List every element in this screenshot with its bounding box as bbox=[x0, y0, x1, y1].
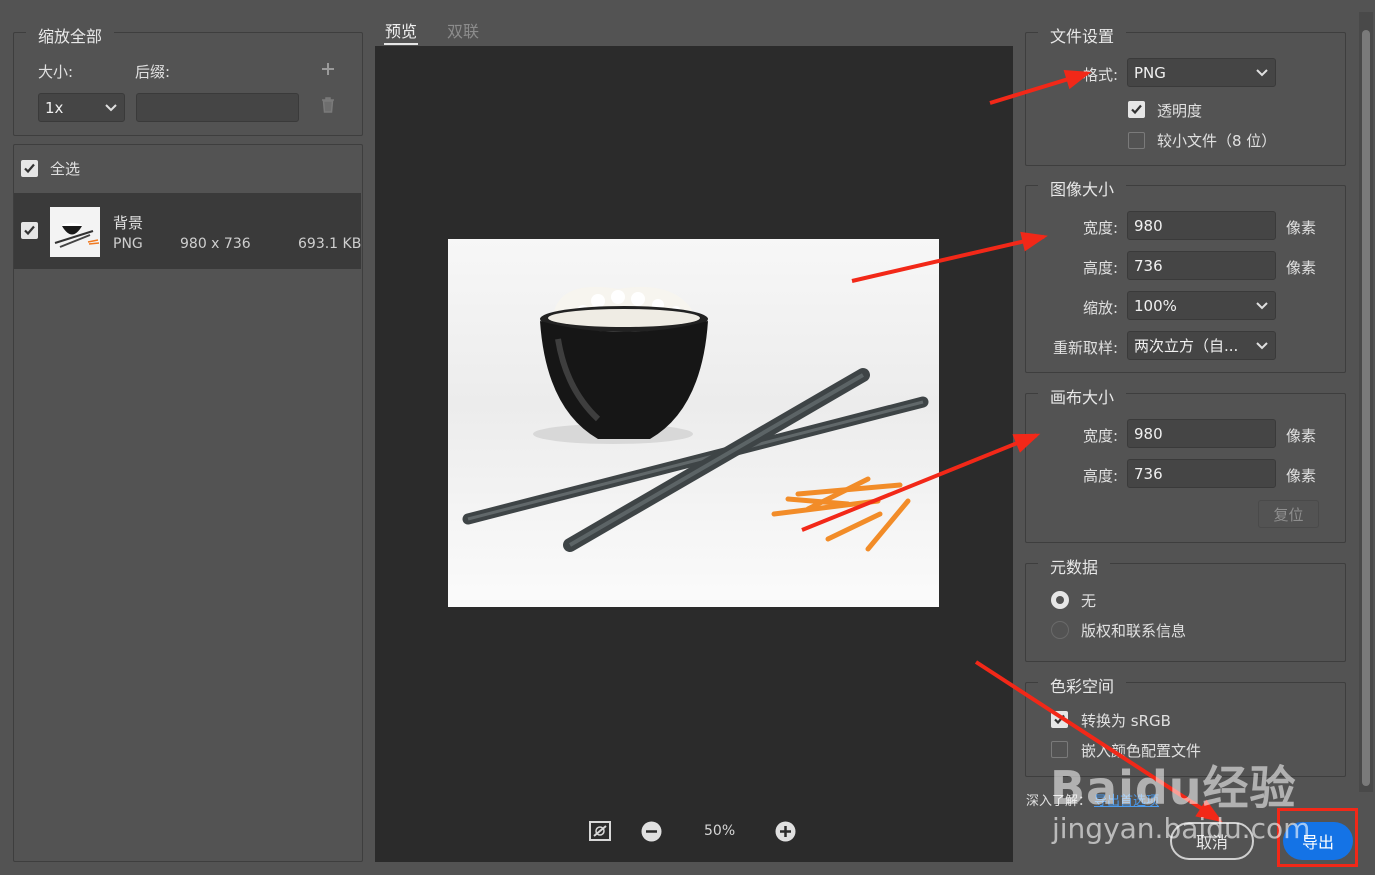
chevron-down-icon bbox=[1256, 68, 1268, 76]
baidu-watermark-url: jingyan.baidu.com bbox=[1052, 812, 1311, 845]
scale-select-value: 100% bbox=[1134, 296, 1177, 315]
zoom-in-icon[interactable] bbox=[775, 821, 796, 842]
canvas-height-unit: 像素 bbox=[1286, 467, 1317, 485]
scrollbar-thumb[interactable] bbox=[1362, 30, 1370, 786]
select-all-checkbox[interactable] bbox=[21, 160, 38, 177]
transparency-label: 透明度 bbox=[1157, 102, 1203, 120]
image-height-label: 高度: bbox=[1082, 259, 1118, 277]
tab-preview-underline bbox=[384, 43, 418, 45]
metadata-copyright-radio[interactable] bbox=[1051, 621, 1069, 639]
metadata-title: 元数据 bbox=[1038, 554, 1111, 578]
plus-icon[interactable] bbox=[321, 62, 335, 76]
resample-label: 重新取样: bbox=[1052, 339, 1118, 357]
layer-thumbnail bbox=[50, 207, 100, 257]
image-height-unit: 像素 bbox=[1286, 259, 1317, 277]
zoom-level: 50% bbox=[704, 823, 736, 839]
image-width-input[interactable]: 980 bbox=[1127, 211, 1276, 240]
scale-all-title: 缩放全部 bbox=[26, 23, 115, 47]
file-settings-title: 文件设置 bbox=[1038, 23, 1127, 47]
canvas-height-input[interactable]: 736 bbox=[1127, 459, 1276, 488]
reset-button[interactable]: 复位 bbox=[1258, 500, 1319, 528]
chevron-down-icon bbox=[1256, 301, 1268, 309]
image-height-input[interactable]: 736 bbox=[1127, 251, 1276, 280]
suffix-label: 后缀: bbox=[135, 63, 171, 81]
canvas-width-label: 宽度: bbox=[1082, 427, 1118, 445]
resample-select-value: 两次立方（自... bbox=[1134, 337, 1239, 355]
zoom-out-icon[interactable] bbox=[641, 821, 662, 842]
layer-checkbox[interactable] bbox=[21, 222, 38, 239]
size-select-value: 1x bbox=[45, 98, 64, 117]
fit-screen-icon[interactable] bbox=[589, 821, 611, 841]
image-width-unit: 像素 bbox=[1286, 219, 1317, 237]
scale-select[interactable]: 100% bbox=[1127, 291, 1276, 320]
format-select-value: PNG bbox=[1134, 63, 1166, 82]
canvas-width-unit: 像素 bbox=[1286, 427, 1317, 445]
layer-name: 背景 bbox=[113, 214, 144, 232]
tab-preview[interactable]: 预览 bbox=[385, 18, 417, 42]
canvas-width-input[interactable]: 980 bbox=[1127, 419, 1276, 448]
suffix-input[interactable] bbox=[136, 93, 299, 122]
layer-dimensions: 980 x 736 bbox=[180, 236, 251, 252]
size-select[interactable]: 1x bbox=[38, 93, 125, 122]
image-size-title: 图像大小 bbox=[1038, 176, 1127, 200]
size-label: 大小: bbox=[38, 63, 74, 81]
smaller-file-checkbox[interactable] bbox=[1128, 132, 1145, 149]
convert-srgb-label: 转换为 sRGB bbox=[1081, 712, 1171, 730]
metadata-none-radio[interactable] bbox=[1051, 591, 1069, 609]
canvas-size-title: 画布大小 bbox=[1038, 384, 1127, 408]
color-space-title: 色彩空间 bbox=[1038, 673, 1127, 697]
canvas-height-label: 高度: bbox=[1082, 467, 1118, 485]
transparency-checkbox[interactable] bbox=[1128, 101, 1145, 118]
smaller-file-label: 较小文件（8 位） bbox=[1157, 132, 1277, 150]
image-width-label: 宽度: bbox=[1082, 219, 1118, 237]
select-all-label: 全选 bbox=[50, 160, 81, 178]
chevron-down-icon bbox=[105, 103, 117, 111]
trash-icon[interactable] bbox=[321, 97, 335, 113]
resample-select[interactable]: 两次立方（自... bbox=[1127, 331, 1276, 360]
tab-2up[interactable]: 双联 bbox=[447, 18, 479, 42]
preview-image bbox=[448, 239, 939, 607]
scale-label: 缩放: bbox=[1082, 299, 1118, 317]
metadata-none-label: 无 bbox=[1081, 592, 1097, 610]
metadata-copyright-label: 版权和联系信息 bbox=[1081, 622, 1187, 640]
layer-filesize: 693.1 KB bbox=[298, 236, 362, 252]
chevron-down-icon bbox=[1256, 341, 1268, 349]
format-select[interactable]: PNG bbox=[1127, 58, 1276, 87]
layer-format: PNG bbox=[113, 236, 143, 252]
baidu-watermark-logo: Baidu经验 bbox=[1050, 761, 1297, 815]
